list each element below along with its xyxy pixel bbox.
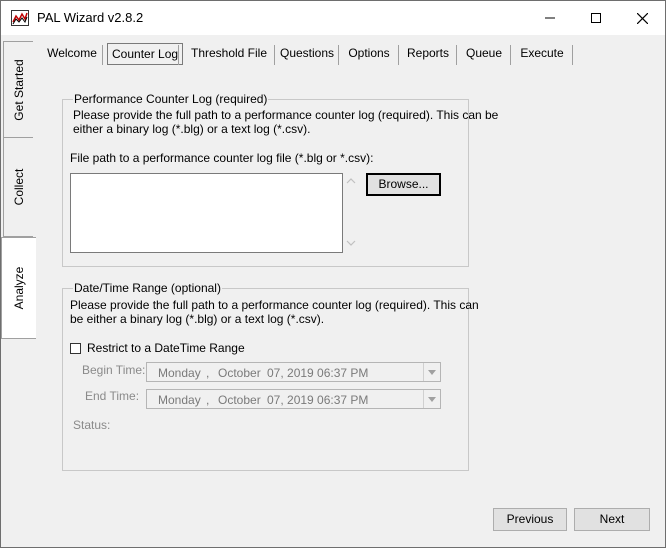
counter-log-description-1: Please provide the full path to a perfor…: [73, 108, 499, 122]
maximize-icon: [591, 13, 601, 23]
status-label: Status:: [73, 418, 111, 432]
restrict-range-label[interactable]: Restrict to a DateTime Range: [87, 341, 245, 355]
side-tab-strip: Get Started Collect Analyze: [1, 35, 36, 547]
tab-counter-log[interactable]: Counter Log: [107, 41, 184, 65]
side-tab-label: Collect: [11, 168, 26, 206]
counter-log-description-2: either a binary log (*.blg) or a text lo…: [73, 122, 311, 136]
tab-label: Queue: [465, 46, 503, 60]
tab-options[interactable]: Options: [339, 41, 399, 65]
next-button[interactable]: Next: [574, 508, 650, 531]
tab-label: Threshold File: [190, 46, 268, 60]
tab-reports[interactable]: Reports: [399, 41, 457, 65]
end-date-rest: 07, 2019 06:37 PM: [267, 393, 369, 407]
tab-queue[interactable]: Queue: [457, 41, 511, 65]
tab-label: Options: [348, 46, 390, 60]
begin-date-rest: 07, 2019 06:37 PM: [267, 366, 369, 380]
date-range-description-1: Please provide the full path to a perfor…: [70, 298, 479, 312]
begin-dropdown-button[interactable]: [423, 363, 440, 381]
tab-label: Execute: [520, 46, 564, 60]
tab-label: Reports: [406, 46, 450, 60]
begin-time-label: Begin Time:: [82, 363, 146, 377]
title-bar[interactable]: PAL Wizard v2.8.2: [1, 1, 665, 35]
end-comma: ,: [206, 393, 210, 407]
tab-welcome[interactable]: Welcome: [41, 41, 103, 65]
end-time-label: End Time:: [85, 389, 140, 403]
maximize-button[interactable]: [573, 1, 619, 35]
end-month: October: [218, 393, 261, 407]
side-tab-label: Get Started: [11, 59, 26, 121]
file-path-label: File path to a performance counter log f…: [70, 151, 374, 165]
restrict-range-checkbox[interactable]: [70, 343, 81, 354]
date-range-description-2: be either a binary log (*.blg) or a text…: [70, 312, 325, 326]
end-day: Monday: [158, 393, 201, 407]
begin-month: October: [218, 366, 261, 380]
side-tab-label: Analyze: [12, 266, 26, 310]
browse-button[interactable]: Browse...: [366, 173, 441, 196]
group-legend: Performance Counter Log (required): [73, 92, 269, 106]
previous-button[interactable]: Previous: [493, 508, 567, 531]
tab-threshold-file[interactable]: Threshold File: [183, 41, 275, 65]
begin-day: Monday: [158, 366, 201, 380]
close-icon: [636, 12, 648, 24]
chevron-down-icon: [428, 396, 436, 402]
begin-comma: ,: [206, 366, 210, 380]
pal-wizard-window: PAL Wizard v2.8.2 Get Started Collect An…: [0, 0, 666, 548]
begin-time-picker[interactable]: Monday , October 07, 2019 06:37 PM: [146, 362, 441, 382]
tab-label: Questions: [279, 46, 335, 60]
side-tab-analyze[interactable]: Analyze: [1, 237, 36, 339]
tab-label: Counter Log: [107, 43, 184, 65]
tab-execute[interactable]: Execute: [511, 41, 573, 65]
end-dropdown-button[interactable]: [423, 390, 440, 408]
window-title: PAL Wizard v2.8.2: [37, 10, 144, 25]
app-chart-icon: [11, 10, 29, 26]
minimize-icon: [545, 17, 555, 19]
chevron-down-icon: [428, 369, 436, 375]
end-time-picker[interactable]: Monday , October 07, 2019 06:37 PM: [146, 389, 441, 409]
side-tab-collect[interactable]: Collect: [3, 137, 33, 237]
group-legend: Date/Time Range (optional): [73, 281, 222, 295]
tab-questions[interactable]: Questions: [275, 41, 339, 65]
scroll-down-icon[interactable]: [346, 239, 356, 247]
side-tab-get-started[interactable]: Get Started: [3, 41, 33, 139]
minimize-button[interactable]: [527, 1, 573, 35]
tab-label: Welcome: [47, 46, 97, 60]
close-button[interactable]: [619, 1, 665, 35]
file-path-input[interactable]: [70, 173, 343, 253]
scroll-up-icon[interactable]: [346, 177, 356, 185]
